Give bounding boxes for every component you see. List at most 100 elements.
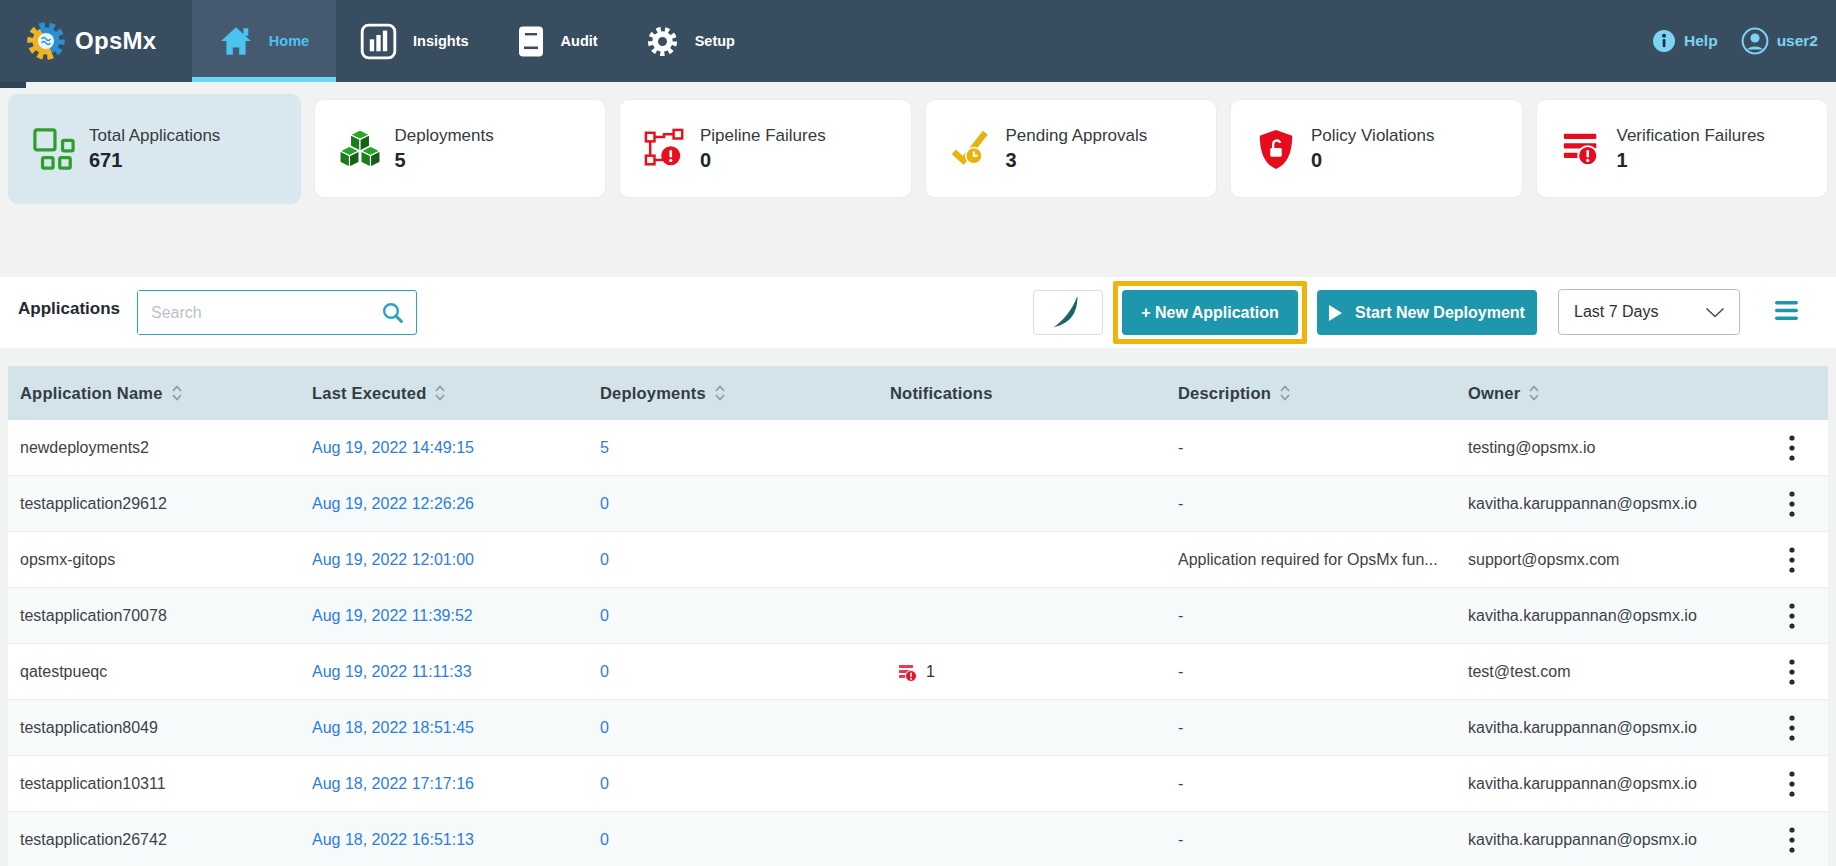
cell-application-name[interactable]: testapplication10311	[8, 775, 300, 793]
nav-tab-audit-label: Audit	[561, 33, 598, 49]
approval-check-clock-icon	[950, 128, 992, 170]
sort-icon[interactable]	[172, 385, 182, 401]
cell-last-executed[interactable]: Aug 19, 2022 11:11:33	[300, 663, 588, 681]
cell-application-name[interactable]: qatestpueqc	[8, 663, 300, 681]
help-label: Help	[1684, 32, 1718, 50]
sort-icon[interactable]	[1280, 385, 1290, 401]
cell-owner: kavitha.karuppannan@opsmx.io	[1456, 775, 1756, 793]
card-value: 0	[1311, 149, 1434, 172]
card-label: Verification Failures	[1617, 126, 1765, 146]
nav-tab-setup[interactable]: Setup	[622, 0, 759, 82]
kebab-icon	[1789, 826, 1795, 854]
cell-application-name[interactable]: testapplication26742	[8, 831, 300, 849]
cell-description: -	[1166, 831, 1456, 849]
row-actions-menu[interactable]	[1756, 658, 1828, 686]
kebab-icon	[1789, 602, 1795, 630]
column-header-deployments[interactable]: Deployments	[588, 384, 878, 403]
cell-last-executed[interactable]: Aug 19, 2022 14:49:15	[300, 439, 588, 457]
table-row: testapplication70078 Aug 19, 2022 11:39:…	[8, 588, 1828, 644]
nav-tab-home[interactable]: Home	[192, 0, 336, 82]
hamburger-icon	[1775, 301, 1798, 320]
row-actions-menu[interactable]	[1756, 490, 1828, 518]
column-header-last-executed[interactable]: Last Executed	[300, 384, 588, 403]
new-application-button[interactable]: + New Application	[1122, 290, 1298, 335]
row-actions-menu[interactable]	[1756, 434, 1828, 462]
row-actions-menu[interactable]	[1756, 546, 1828, 574]
cubes-icon	[339, 128, 381, 170]
play-icon	[1329, 305, 1342, 321]
sort-icon[interactable]	[1529, 385, 1539, 401]
cell-deployments[interactable]: 0	[588, 775, 878, 793]
cell-application-name[interactable]: testapplication29612	[8, 495, 300, 513]
card-label: Policy Violations	[1311, 126, 1434, 146]
cell-last-executed[interactable]: Aug 19, 2022 11:39:52	[300, 607, 588, 625]
card-value: 0	[700, 149, 826, 172]
spinnaker-button[interactable]	[1033, 290, 1103, 335]
cell-description: -	[1166, 663, 1456, 681]
kebab-icon	[1789, 490, 1795, 518]
column-header-description[interactable]: Description	[1166, 384, 1456, 403]
row-actions-menu[interactable]	[1756, 826, 1828, 854]
cell-description: -	[1166, 495, 1456, 513]
insights-icon	[360, 23, 397, 60]
row-actions-menu[interactable]	[1756, 714, 1828, 742]
table-menu-button[interactable]	[1775, 301, 1798, 324]
column-header-application-name[interactable]: Application Name	[8, 384, 300, 403]
cell-deployments[interactable]: 0	[588, 551, 878, 569]
card-label: Pending Approvals	[1006, 126, 1148, 146]
cell-deployments[interactable]: 5	[588, 439, 878, 457]
row-actions-menu[interactable]	[1756, 770, 1828, 798]
pipeline-error-icon	[644, 128, 686, 170]
cell-application-name[interactable]: testapplication70078	[8, 607, 300, 625]
search-icon[interactable]	[382, 302, 404, 324]
column-header-owner[interactable]: Owner	[1456, 384, 1756, 403]
search-input[interactable]	[138, 291, 382, 334]
card-verification-failures[interactable]: Verification Failures 1	[1536, 99, 1829, 198]
user-menu[interactable]: user2	[1741, 27, 1818, 55]
notification-count[interactable]: 1	[926, 663, 935, 681]
row-actions-menu[interactable]	[1756, 602, 1828, 630]
verification-error-icon	[1561, 128, 1603, 170]
shield-unlocked-icon	[1255, 128, 1297, 170]
card-deployments[interactable]: Deployments 5	[314, 99, 607, 198]
cell-last-executed[interactable]: Aug 18, 2022 16:51:13	[300, 831, 588, 849]
sort-icon[interactable]	[435, 385, 445, 401]
cell-deployments[interactable]: 0	[588, 719, 878, 737]
top-nav: OpsMx Home Insights Audit Setup Help use…	[0, 0, 1836, 82]
cell-deployments[interactable]: 0	[588, 831, 878, 849]
chevron-down-icon	[1705, 307, 1725, 318]
cell-application-name[interactable]: newdeployments2	[8, 439, 300, 457]
table-row: testapplication8049 Aug 18, 2022 18:51:4…	[8, 700, 1828, 756]
card-pipeline-failures[interactable]: Pipeline Failures 0	[619, 99, 912, 198]
date-range-select[interactable]: Last 7 Days	[1558, 289, 1740, 335]
card-total-applications[interactable]: Total Applications 671	[8, 94, 301, 204]
card-label: Deployments	[395, 126, 494, 146]
cell-application-name[interactable]: opsmx-gitops	[8, 551, 300, 569]
cell-deployments[interactable]: 0	[588, 607, 878, 625]
setup-gear-icon	[646, 25, 679, 58]
table-row: qatestpueqc Aug 19, 2022 11:11:33 0 1 - …	[8, 644, 1828, 700]
cell-last-executed[interactable]: Aug 18, 2022 17:17:16	[300, 775, 588, 793]
nav-tab-audit[interactable]: Audit	[493, 0, 622, 82]
search-box	[137, 290, 417, 335]
sort-icon[interactable]	[715, 385, 725, 401]
cell-last-executed[interactable]: Aug 19, 2022 12:26:26	[300, 495, 588, 513]
nav-tab-insights[interactable]: Insights	[336, 0, 493, 82]
card-policy-violations[interactable]: Policy Violations 0	[1230, 99, 1523, 198]
cell-last-executed[interactable]: Aug 18, 2022 18:51:45	[300, 719, 588, 737]
cell-application-name[interactable]: testapplication8049	[8, 719, 300, 737]
start-new-deployment-button[interactable]: Start New Deployment	[1317, 290, 1537, 335]
column-header-notifications[interactable]: Notifications	[878, 384, 1166, 403]
cell-description: -	[1166, 439, 1456, 457]
card-pending-approvals[interactable]: Pending Approvals 3	[925, 99, 1218, 198]
cell-owner: testing@opsmx.io	[1456, 439, 1756, 457]
kebab-icon	[1789, 770, 1795, 798]
cell-deployments[interactable]: 0	[588, 663, 878, 681]
nav-tab-setup-label: Setup	[695, 33, 735, 49]
brand-name: OpsMx	[75, 27, 157, 55]
cell-deployments[interactable]: 0	[588, 495, 878, 513]
card-label: Pipeline Failures	[700, 126, 826, 146]
cell-last-executed[interactable]: Aug 19, 2022 12:01:00	[300, 551, 588, 569]
help-button[interactable]: Help	[1652, 29, 1718, 53]
user-label: user2	[1777, 32, 1818, 50]
